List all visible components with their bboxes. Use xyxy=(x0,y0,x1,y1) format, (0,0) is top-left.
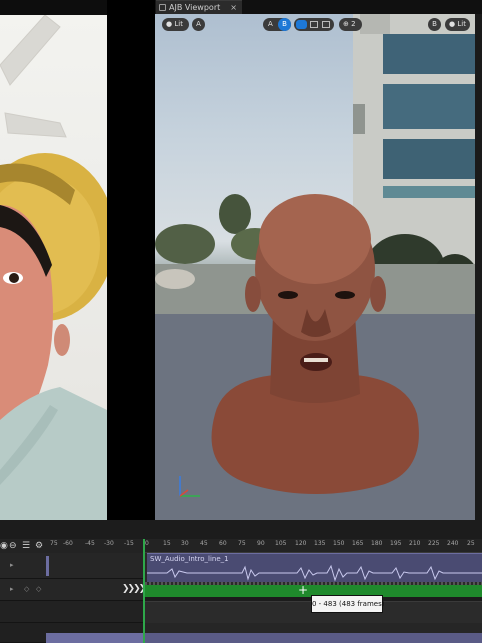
bottom-clip-bar[interactable] xyxy=(143,633,482,643)
audio-clip-name: SW_Audio_Intro_line_1 xyxy=(150,555,229,563)
viewport-icon xyxy=(159,4,166,11)
ruler-label: -45 xyxy=(85,540,95,547)
ruler-label: 90 xyxy=(257,540,265,547)
overlay-count-button[interactable]: ⊕ 2 xyxy=(339,18,362,31)
ruler-label: 135 xyxy=(314,540,326,547)
ruler-label: 0 xyxy=(145,540,149,547)
tab-ajb-viewport[interactable]: AJB Viewport × xyxy=(156,0,242,15)
ruler-negative-section[interactable]: 75 -60 -45 -30 -15 xyxy=(48,539,143,553)
track-add-icon[interactable]: ◇ xyxy=(24,585,29,593)
side-by-side-view-icon[interactable] xyxy=(322,21,330,28)
3d-viewport[interactable]: ● Lit A A B ⊕ 2 B ● Lit xyxy=(155,14,475,520)
tab-label: AJB Viewport xyxy=(169,3,221,12)
playhead[interactable] xyxy=(143,539,145,643)
ab-toggle[interactable]: A B xyxy=(263,18,291,31)
view-a-badge[interactable]: A xyxy=(192,18,205,31)
ruler-label: 225 xyxy=(428,540,440,547)
lit-label: Lit xyxy=(457,20,466,28)
list-icon[interactable]: ☰ xyxy=(22,539,30,553)
timeline-ruler[interactable]: 75 -60 -45 -30 -15 0 15 30 45 60 75 90 1… xyxy=(51,539,482,553)
ruler-label: 180 xyxy=(371,540,383,547)
split-view-icon[interactable] xyxy=(310,21,318,28)
empty-track-header xyxy=(0,601,143,623)
bulb-icon: ● xyxy=(166,20,173,28)
audio-track-header[interactable]: ▸ xyxy=(0,553,143,579)
lit-label: Lit xyxy=(174,20,183,28)
ruler-label: 75 xyxy=(50,540,58,547)
track-color-bar xyxy=(46,633,143,643)
eye-icon[interactable]: ◉ xyxy=(0,539,8,553)
ruler-label: -15 xyxy=(124,540,134,547)
overlay-count: 2 xyxy=(351,20,356,28)
ruler-label: 15 xyxy=(163,540,171,547)
ruler-label: -30 xyxy=(104,540,114,547)
chevrons-icon: ❯❯❯❯ xyxy=(122,584,146,594)
webcam-frame-illustration xyxy=(0,15,107,520)
audio-clip[interactable]: SW_Audio_Intro_line_1 xyxy=(147,553,482,582)
layers-icon: ⊕ xyxy=(343,20,349,28)
bulb-icon: ● xyxy=(449,20,456,28)
ruler-label: 165 xyxy=(352,540,364,547)
ruler-label: -60 xyxy=(63,540,73,547)
webcam-video-feed xyxy=(0,15,107,520)
lit-mode-button-right[interactable]: ● Lit xyxy=(445,18,470,31)
ruler-label: 105 xyxy=(275,540,287,547)
ruler-label: 240 xyxy=(447,540,459,547)
ruler-label: 30 xyxy=(181,540,189,547)
ab-toggle-b[interactable]: B xyxy=(278,18,291,31)
track-color-marker xyxy=(46,556,49,576)
ruler-label: 210 xyxy=(409,540,421,547)
track-expand-icon[interactable]: ▸ xyxy=(10,561,14,569)
ruler-label: 195 xyxy=(390,540,402,547)
viewport-divider xyxy=(107,0,155,520)
ruler-label: 120 xyxy=(295,540,307,547)
lit-mode-button-left[interactable]: ● Lit xyxy=(162,18,189,31)
track-key-icon[interactable]: ◇ xyxy=(36,585,41,593)
bottom-track-row[interactable] xyxy=(143,623,482,643)
gear-icon[interactable]: ⚙ xyxy=(35,539,43,553)
minus-icon[interactable]: ⊖ xyxy=(9,539,17,553)
view-layout-group[interactable] xyxy=(294,18,334,31)
ruler-label: 25 xyxy=(467,540,475,547)
ruler-label: 150 xyxy=(333,540,345,547)
frames-range-tooltip: 0 - 483 (483 frames) xyxy=(311,595,384,613)
right-panel-edge xyxy=(475,14,482,520)
tab-bar-background xyxy=(242,0,482,14)
bottom-track-header xyxy=(0,623,143,643)
audio-waveform xyxy=(147,564,482,582)
tab-close-button[interactable]: × xyxy=(230,1,237,15)
ruler-label: 60 xyxy=(219,540,227,547)
ab-toggle-a[interactable]: A xyxy=(268,18,273,31)
ruler-label: 75 xyxy=(238,540,246,547)
ruler-label: 45 xyxy=(200,540,208,547)
single-view-icon[interactable] xyxy=(296,20,307,29)
viewport-scene xyxy=(155,14,475,520)
crosshair-cursor-icon: + xyxy=(298,583,309,597)
view-b-badge[interactable]: B xyxy=(428,18,441,31)
track-expand-icon[interactable]: ▸ xyxy=(10,585,14,593)
